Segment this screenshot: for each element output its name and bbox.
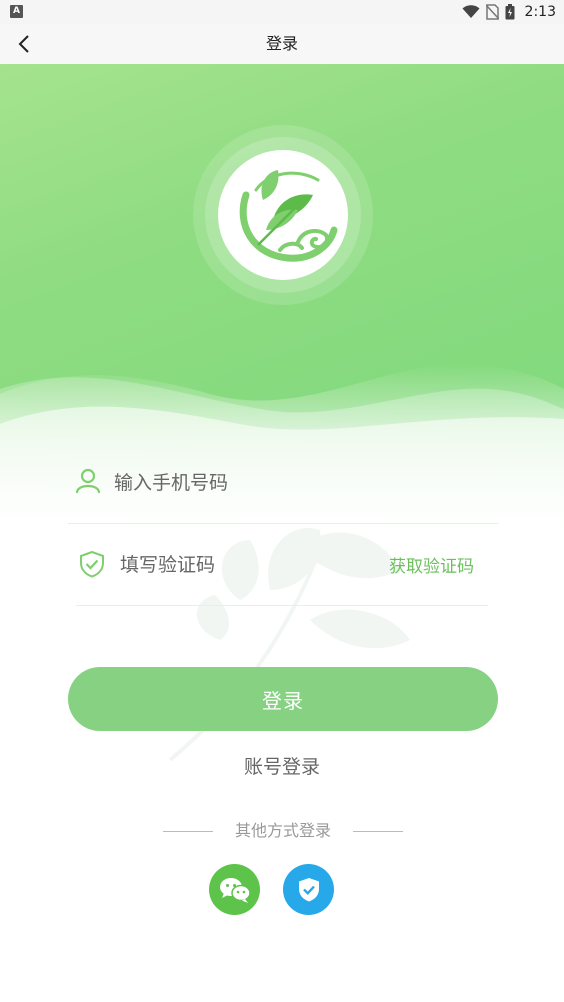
status-icons: 2:13: [462, 2, 556, 22]
user-icon: [75, 468, 101, 494]
verify-login-button[interactable]: [283, 864, 334, 915]
code-row: 获取验证码: [68, 524, 498, 606]
shield-check-icon: [80, 550, 104, 578]
divider-line-right: [353, 831, 403, 832]
status-bar: A 2:13: [0, 0, 564, 24]
no-sim-icon: [485, 4, 499, 20]
account-login-row: 账号登录: [0, 752, 564, 779]
notification-a-icon: A: [10, 5, 23, 18]
title-bar: 登录: [0, 24, 564, 64]
shield-verify-icon: [298, 877, 319, 901]
chevron-left-icon: [18, 35, 29, 53]
code-divider: [76, 605, 488, 606]
battery-icon: [505, 4, 515, 20]
phone-row: [68, 442, 498, 524]
verification-code-input[interactable]: [120, 546, 350, 584]
other-login-divider: 其他方式登录: [163, 820, 403, 842]
status-time: 2:13: [524, 4, 556, 20]
page-title: 登录: [265, 34, 298, 53]
herb-leaf-logo-icon: [239, 170, 338, 262]
account-login-link[interactable]: 账号登录: [244, 756, 320, 778]
login-button[interactable]: 登录: [68, 667, 498, 731]
wechat-login-button[interactable]: [209, 864, 260, 915]
wechat-icon: [219, 877, 251, 903]
wifi-icon: [462, 5, 480, 18]
phone-input[interactable]: [114, 464, 374, 502]
get-code-button[interactable]: 获取验证码: [389, 552, 474, 577]
app-logo: [218, 150, 348, 280]
back-button[interactable]: [8, 28, 40, 60]
